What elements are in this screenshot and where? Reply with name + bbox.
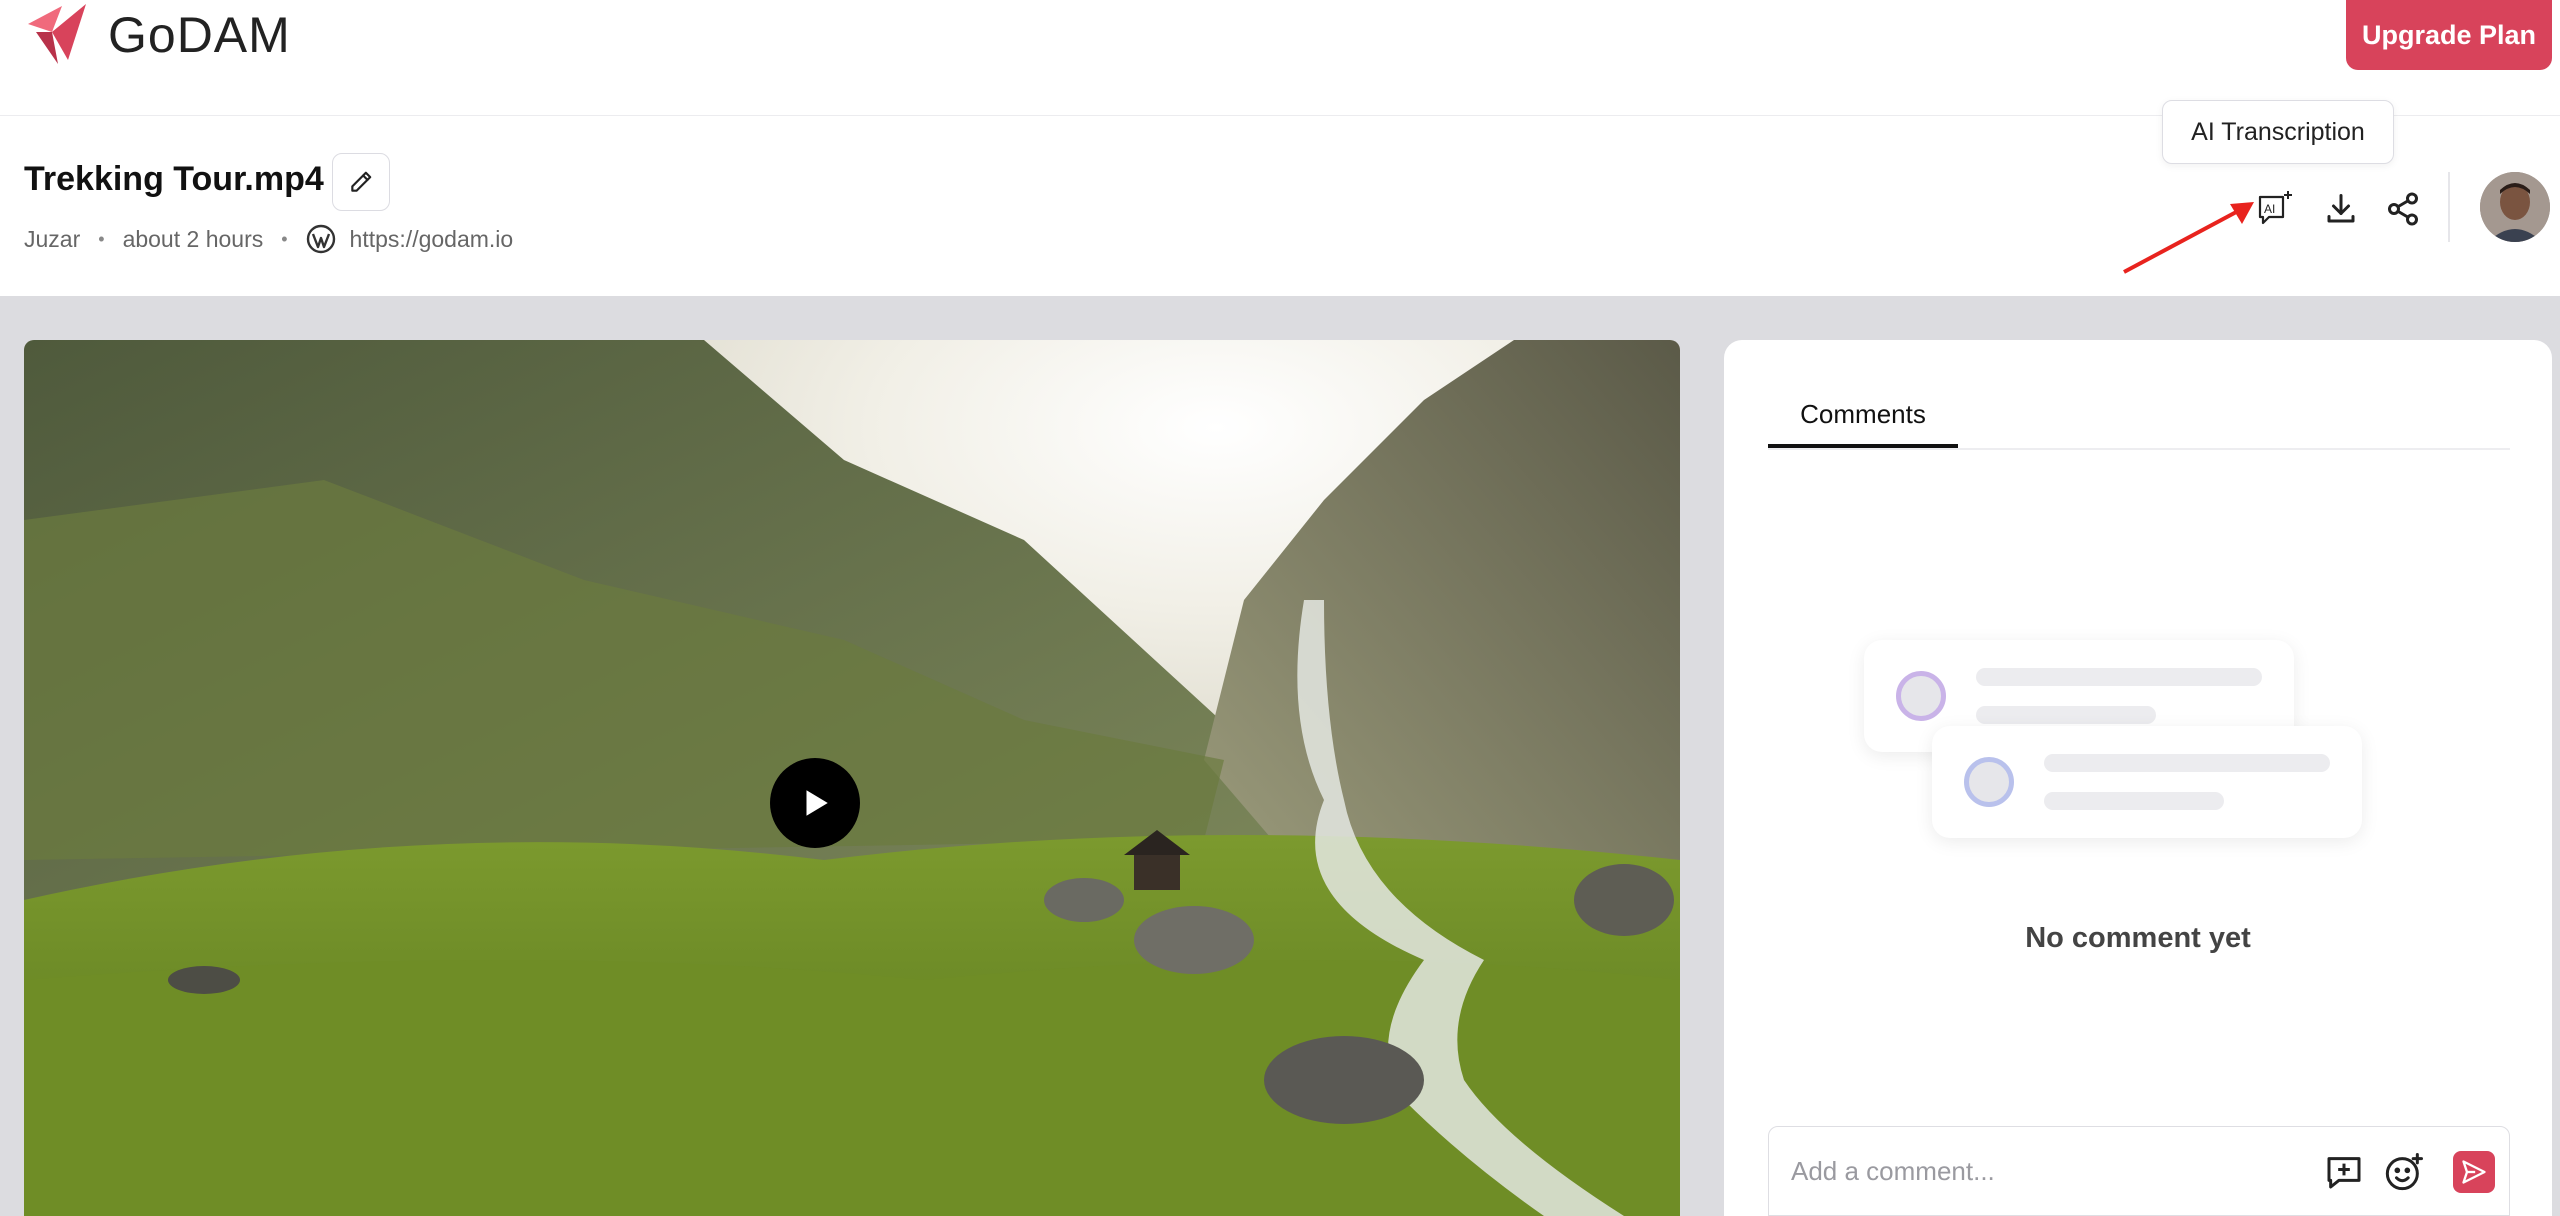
emoji-icon [2385,1153,2423,1191]
video-header: Trekking Tour.mp4 Juzar • about 2 hours … [0,100,2560,296]
wordpress-icon [306,224,335,254]
pencil-icon [351,171,372,192]
share-button[interactable] [2382,188,2424,230]
play-icon [806,790,828,816]
godam-logo-icon [28,4,86,64]
send-comment-button[interactable] [2453,1151,2495,1193]
send-icon [2462,1160,2486,1184]
user-photo-icon [2480,172,2550,242]
placeholder-line [1976,668,2262,686]
meta-separator: • [281,228,288,249]
placeholder-avatar [1964,757,2014,807]
download-button[interactable] [2320,188,2362,230]
placeholder-line [2044,792,2224,810]
placeholder-line [2044,754,2330,772]
placeholder-avatar [1896,671,1946,721]
tabs-divider [1768,448,2510,450]
comment-composer [1768,1126,2510,1216]
video-player[interactable] [24,340,1680,1216]
empty-comments-text: No comment yet [2025,922,2251,954]
ai-transcription-tooltip: AI Transcription [2162,100,2394,164]
header-divider [2448,172,2450,242]
annotation-arrow-icon [2123,202,2254,274]
logo[interactable]: GoDAM [22,0,291,70]
placeholder-line [1976,706,2156,724]
placeholder-card [1932,726,2362,838]
add-timestamp-comment-button[interactable] [2321,1149,2367,1195]
logo-text: GoDAM [108,7,291,63]
comments-panel: Comments No comment yet [1724,340,2552,1216]
svg-text:AI: AI [2264,202,2275,216]
video-author: Juzar [24,225,81,252]
comment-plus-icon [2327,1157,2361,1189]
main-area: Comments No comment yet [0,296,2560,1216]
video-time: about 2 hours [122,225,264,252]
top-bar: GoDAM Upgrade Plan [0,0,2560,116]
user-avatar[interactable] [2480,172,2550,242]
video-title: Trekking Tour.mp4 [24,160,324,198]
ai-transcription-icon: AI [2258,191,2292,225]
upgrade-plan-button[interactable]: Upgrade Plan [2346,0,2552,70]
ai-transcription-button[interactable]: AI [2254,188,2296,230]
site-url-link[interactable]: https://godam.io [350,226,514,253]
meta-separator: • [98,228,105,249]
edit-title-button[interactable] [332,153,390,211]
download-icon [2327,194,2355,223]
tab-comments[interactable]: Comments [1768,384,1958,448]
play-button[interactable] [770,758,860,848]
emoji-button[interactable] [2381,1149,2427,1195]
share-icon [2388,192,2418,226]
empty-comments-illustration [1864,640,2424,910]
video-meta: Juzar • about 2 hours • https://godam.io [24,224,513,254]
comment-input[interactable] [1791,1149,2291,1193]
